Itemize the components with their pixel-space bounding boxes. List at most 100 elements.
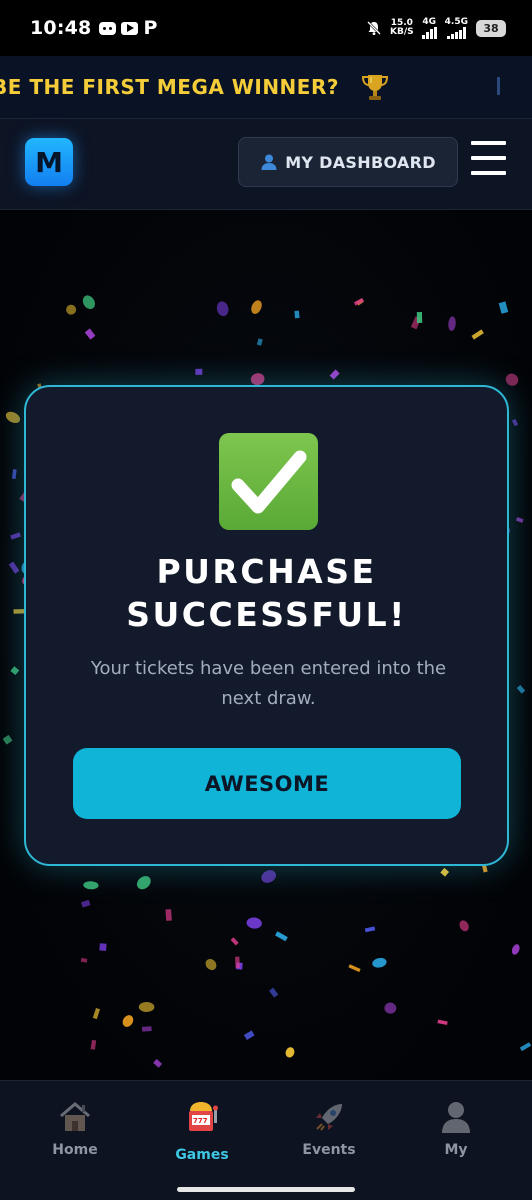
confetti-piece: [511, 418, 519, 427]
net2-label: 4.5G: [444, 16, 468, 27]
confetti-piece: [416, 312, 423, 323]
dialog-title-line1: PURCHASE: [156, 552, 377, 591]
signal-45g: 4.5G: [444, 16, 468, 39]
confetti-piece: [471, 329, 484, 340]
signal-4g: 4G: [421, 16, 437, 39]
purchase-success-dialog: PURCHASE SUCCESSFUL! Your tickets have b…: [24, 385, 509, 866]
net1-label: 4G: [422, 16, 436, 27]
promo-marquee[interactable]: BE THE FIRST MEGA WINNER?: [0, 56, 532, 118]
confetti-piece: [10, 532, 21, 540]
nav-label-games: Games: [175, 1147, 229, 1163]
trophy-icon: [361, 72, 389, 102]
confetti-piece: [83, 881, 99, 890]
confetti-piece: [5, 411, 21, 424]
app-logo[interactable]: M: [25, 138, 73, 186]
confetti-piece: [329, 369, 340, 380]
mute-bell-icon: [366, 20, 382, 36]
confetti-piece: [99, 943, 107, 951]
nav-label-home: Home: [52, 1142, 98, 1158]
confetti-piece: [505, 373, 519, 386]
confetti-piece: [440, 867, 450, 877]
confetti-piece: [10, 666, 20, 676]
confetti-piece: [275, 931, 288, 942]
confetti-piece: [246, 917, 262, 929]
confetti-piece: [511, 944, 520, 955]
confetti-piece: [11, 469, 17, 480]
dialog-title-line2: SUCCESSFUL!: [126, 595, 407, 634]
confetti-piece: [372, 957, 387, 968]
dialog-title: PURCHASE SUCCESSFUL!: [26, 550, 507, 636]
confetti-piece: [269, 987, 279, 998]
house-icon: [57, 1099, 93, 1135]
confetti-piece: [165, 909, 172, 921]
check-mark-icon: [219, 433, 318, 530]
status-system-icons: 15.0 KB/S 4G 4.5G 38: [366, 16, 506, 39]
confetti-piece: [216, 301, 229, 317]
awesome-button[interactable]: AWESOME: [73, 748, 461, 819]
confetti-piece: [80, 957, 88, 963]
confetti-piece: [153, 1058, 163, 1068]
confetti-piece: [141, 1026, 152, 1032]
signal-bars-icon: [446, 26, 466, 39]
confetti-piece: [515, 517, 524, 523]
nav-label-my: My: [444, 1142, 468, 1158]
confetti-piece: [437, 1019, 448, 1025]
confetti-piece: [8, 561, 20, 574]
net-speed-unit: KB/S: [390, 27, 414, 37]
slot-machine-icon: 777: [184, 1099, 220, 1135]
confetti-piece: [519, 1042, 532, 1052]
confetti-piece: [81, 899, 91, 908]
confetti-piece: [448, 316, 456, 331]
confetti-piece: [285, 1047, 295, 1058]
nav-label-events: Events: [302, 1142, 356, 1158]
nav-item-events[interactable]: Events: [274, 1099, 384, 1158]
confetti-piece: [364, 926, 376, 933]
confetti-piece: [516, 684, 526, 694]
confetti-piece: [90, 1039, 97, 1050]
p-app-icon: P: [143, 17, 158, 39]
confetti-piece: [294, 310, 300, 319]
user-icon: [260, 153, 278, 171]
confetti-piece: [230, 937, 239, 946]
svg-text:777: 777: [193, 1117, 208, 1125]
status-notification-icons: P: [99, 17, 157, 39]
confetti-piece: [243, 1030, 255, 1040]
my-dashboard-button[interactable]: MY DASHBOARD: [238, 137, 458, 187]
dialog-message: Your tickets have been entered into the …: [90, 658, 447, 709]
nav-item-my[interactable]: My: [401, 1099, 511, 1158]
confetti-piece: [195, 368, 203, 375]
app-header: M MY DASHBOARD: [0, 118, 532, 210]
status-time: 10:48: [30, 17, 92, 39]
confetti-piece: [84, 328, 96, 340]
hamburger-icon[interactable]: [471, 141, 506, 175]
home-indicator[interactable]: [177, 1187, 355, 1192]
my-dashboard-label: MY DASHBOARD: [285, 152, 436, 172]
confetti-piece: [92, 1007, 101, 1020]
confetti-piece: [256, 338, 263, 346]
confetti-piece: [251, 300, 262, 314]
confetti-piece: [122, 1015, 134, 1027]
net-speed: 15.0 KB/S: [390, 19, 414, 37]
confetti-piece: [261, 870, 277, 883]
confetti-piece: [498, 301, 509, 314]
confetti-piece: [384, 1002, 397, 1014]
confetti-piece: [348, 964, 361, 973]
battery-icon: 38: [476, 19, 506, 37]
nav-item-games[interactable]: 777 Games: [147, 1099, 257, 1163]
youtube-icon: [121, 21, 139, 35]
confetti-piece: [2, 734, 13, 745]
confetti-piece: [82, 295, 96, 310]
status-bar: 10:48 P 15.0 KB/S 4G 4.5G 38: [0, 0, 532, 56]
signal-bars-icon: [421, 26, 437, 39]
person-icon: [438, 1099, 474, 1135]
confetti-piece: [205, 958, 217, 971]
bottom-nav: Home 777 Games Events My: [0, 1080, 532, 1200]
confetti-piece: [138, 1001, 155, 1013]
confetti-piece: [234, 956, 240, 969]
confetti-piece: [136, 876, 151, 890]
nav-item-home[interactable]: Home: [20, 1099, 130, 1158]
confetti-piece: [459, 920, 469, 932]
marquee-text: BE THE FIRST MEGA WINNER?: [0, 75, 339, 99]
game-controller-icon: [99, 21, 117, 35]
marquee-divider: [497, 77, 500, 95]
